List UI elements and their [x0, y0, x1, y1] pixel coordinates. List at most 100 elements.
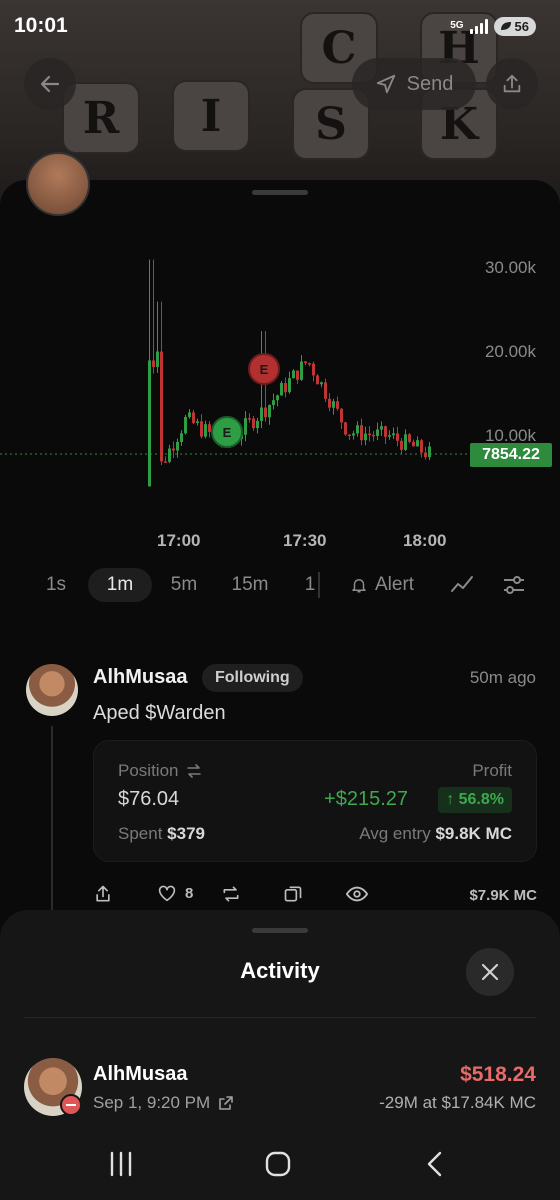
external-link-icon	[219, 1096, 233, 1110]
tf-1s[interactable]: 1s	[34, 568, 78, 602]
candle-body	[296, 370, 299, 380]
candle-body	[308, 363, 311, 365]
avatar[interactable]	[26, 664, 78, 716]
x-tick-label: 17:00	[157, 531, 201, 550]
price-chart[interactable]: EE	[0, 0, 560, 560]
post-timestamp: 50m ago	[469, 668, 536, 687]
back-nav-icon[interactable]	[424, 1150, 446, 1178]
activity-username[interactable]: AlhMusaa	[93, 1063, 187, 1086]
arrow-left-icon	[40, 75, 60, 93]
system-nav-bar	[0, 1130, 560, 1200]
alert-button[interactable]: Alert	[350, 568, 414, 602]
activity-date: Sep 1, 9:20 PM	[93, 1093, 211, 1112]
candle-body	[420, 440, 423, 453]
candle-body	[316, 375, 319, 385]
send-label: Send	[406, 72, 454, 95]
candle-body	[400, 440, 403, 450]
candle-body	[260, 407, 263, 421]
tf-1m[interactable]: 1m	[88, 568, 152, 602]
candle-body	[368, 433, 371, 436]
candle-body	[424, 452, 427, 458]
spent-value: $379	[167, 824, 205, 843]
like-button[interactable]: 8	[157, 884, 193, 902]
tf-15m[interactable]: 15m	[224, 568, 276, 602]
bell-icon	[352, 579, 366, 593]
candle-body	[248, 418, 251, 420]
candle-body	[392, 433, 395, 436]
line-chart-icon[interactable]	[450, 574, 474, 596]
candle-body	[304, 361, 307, 364]
candle-body	[280, 382, 283, 396]
candle-body	[168, 448, 171, 462]
back-button[interactable]	[24, 58, 76, 110]
candle-body	[324, 382, 327, 399]
sell-badge-icon	[60, 1094, 82, 1116]
x-tick-label: 18:00	[403, 531, 447, 550]
candle-body	[200, 421, 203, 437]
spent-label: Spent	[118, 824, 163, 843]
thread-line	[51, 726, 53, 912]
candle-body	[380, 426, 383, 430]
eye-icon[interactable]	[346, 884, 368, 904]
swap-icon[interactable]	[186, 764, 202, 778]
candle-body	[360, 425, 363, 441]
status-bar: 10:01 5G 56	[0, 0, 560, 52]
candle-body	[412, 441, 415, 447]
avg-entry-value: $9.8K MC	[435, 824, 512, 843]
candle-body	[348, 434, 351, 437]
leaf-icon	[500, 22, 511, 30]
candle-body	[172, 448, 175, 451]
candle-body	[188, 412, 191, 417]
x-tick-label: 17:30	[283, 531, 327, 550]
post-username[interactable]: AlhMusaa	[93, 666, 187, 689]
profit-label: Profit	[472, 761, 512, 780]
candle-body	[300, 361, 303, 380]
candle-body	[204, 424, 207, 437]
divider	[318, 572, 320, 598]
divider	[24, 1017, 536, 1018]
following-badge[interactable]: Following	[202, 664, 303, 692]
y-tick-label: 30.00k	[484, 258, 536, 277]
alert-label: Alert	[375, 574, 415, 595]
token-avatar	[26, 152, 90, 216]
candle-body	[396, 433, 399, 441]
candle-body	[148, 360, 151, 487]
candle-body	[164, 461, 167, 463]
candle-body	[312, 363, 315, 376]
home-icon[interactable]	[264, 1150, 292, 1178]
battery-level: 56	[514, 18, 529, 34]
tf-5m[interactable]: 5m	[160, 568, 208, 602]
profit-value: +$215.27	[324, 788, 408, 810]
copy-icon[interactable]	[283, 884, 303, 904]
candle-body	[364, 433, 367, 441]
send-icon	[376, 74, 395, 94]
candle-body	[336, 401, 339, 409]
candle-body	[356, 425, 359, 434]
recent-apps-icon[interactable]	[108, 1150, 134, 1178]
repost-icon[interactable]	[221, 884, 241, 904]
candle-body	[376, 429, 379, 436]
send-button[interactable]: Send	[352, 58, 476, 110]
candle-body	[180, 433, 183, 442]
like-count: 8	[185, 884, 194, 902]
activity-detail: -29M at $17.84K MC	[379, 1093, 536, 1112]
candle-body	[428, 446, 431, 458]
candle-body	[272, 400, 275, 406]
settings-sliders-icon[interactable]	[502, 574, 526, 596]
candle-body	[292, 370, 295, 379]
timeframe-bar: 1s 1m 5m 15m 1 Alert	[0, 568, 560, 604]
drag-handle[interactable]	[252, 928, 308, 933]
position-card[interactable]: Position Profit $76.04 +$215.27 ↑ 56.8% …	[93, 740, 537, 862]
candle-body	[208, 424, 211, 432]
activity-date-link[interactable]: Sep 1, 9:20 PM	[93, 1093, 234, 1113]
candle-body	[192, 412, 195, 423]
candle-body	[196, 421, 199, 423]
share-button[interactable]	[486, 58, 538, 110]
tf-more[interactable]: 1	[300, 568, 320, 602]
candle-body	[176, 441, 179, 451]
candle-body	[372, 434, 375, 437]
candle-body	[332, 401, 335, 408]
share-icon[interactable]	[93, 884, 113, 904]
profit-percent-badge: ↑ 56.8%	[438, 787, 512, 813]
close-button[interactable]	[466, 948, 514, 996]
